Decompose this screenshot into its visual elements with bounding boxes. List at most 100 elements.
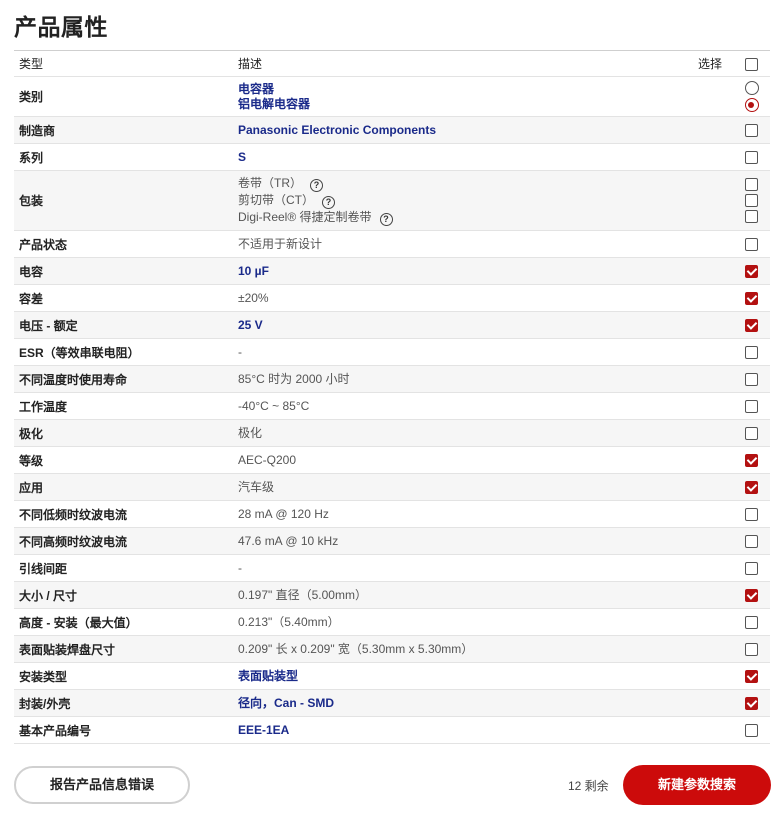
filter-checkbox[interactable] [745,481,758,495]
attribute-value: 不适用于新设计 [238,236,688,252]
attribute-type: 不同低频时纹波电流 [14,500,233,528]
attribute-value-cell: - [233,338,693,366]
filter-checkbox[interactable] [745,151,758,165]
attribute-value-text: 28 mA @ 120 Hz [238,507,329,521]
attribute-value-cell: 0.209" 长 x 0.209" 宽（5.30mm x 5.30mm） [233,635,693,663]
table-row: 容差 ±20% [14,284,770,312]
attribute-type: 引线间距 [14,554,233,582]
filter-checkbox[interactable] [745,292,758,306]
filter-checkbox[interactable] [745,616,758,630]
attribute-value: - [238,560,688,576]
filter-checkbox[interactable] [745,238,758,252]
filter-checkbox[interactable] [745,562,758,576]
attribute-value-link[interactable]: 径向，Can - SMD [238,696,688,711]
attribute-value-link[interactable]: 铝电解电容器 [238,97,688,112]
attribute-value-text: 85°C 时为 2000 小时 [238,372,350,386]
filter-checkbox[interactable] [745,670,758,684]
filter-checkbox[interactable] [745,210,758,223]
filter-radio[interactable] [744,98,759,112]
attribute-type: 安装类型 [14,662,233,690]
attribute-value-link[interactable]: Panasonic Electronic Components [238,123,688,138]
description-column-header: 描述 [233,50,693,77]
filter-radio[interactable] [744,81,759,95]
attribute-value-text: 极化 [238,426,263,440]
filter-checkbox[interactable] [745,194,758,207]
filter-checkbox[interactable] [745,346,758,360]
attribute-value-cell: 85°C 时为 2000 小时 [233,365,693,393]
attribute-value-text: 电容器 [238,81,275,96]
attribute-value: - [238,344,688,360]
attribute-value: Digi-Reel® 得捷定制卷带? [238,209,688,226]
table-row: 产品状态 不适用于新设计 [14,230,770,258]
attribute-value: 剪切带（CT）? [238,192,688,209]
page-title: 产品属性 [14,14,108,40]
table-row: ESR（等效串联电阻） - [14,338,770,366]
help-icon[interactable]: ? [379,213,393,226]
attribute-value-link[interactable]: S [238,150,688,165]
attribute-value-link[interactable]: 电容器 [238,82,688,97]
table-row: 制造商 Panasonic Electronic Components [14,116,770,144]
filter-checkbox[interactable] [745,724,758,738]
filter-checkbox[interactable] [745,427,758,441]
attribute-value-text: -40°C ~ 85°C [238,399,310,413]
table-row: 基本产品编号 EEE-1EA [14,716,770,744]
attribute-value-text: - [238,561,242,575]
attribute-type: ESR（等效串联电阻） [14,338,233,366]
attribute-value-cell: 不适用于新设计 [233,230,693,258]
help-icon[interactable]: ? [322,196,335,209]
attribute-type: 高度 - 安装（最大值） [14,608,233,636]
attribute-type: 封装/外壳 [14,689,233,717]
attribute-value: 卷带（TR）? [238,175,688,192]
attribute-value: 47.6 mA @ 10 kHz [238,533,688,549]
attribute-value-text: 0.213"（5.40mm） [238,615,340,629]
attribute-value-cell: 10 µF [233,257,693,285]
filter-checkbox[interactable] [745,178,758,191]
attribute-value-link[interactable]: 10 µF [238,264,688,279]
filter-checkbox[interactable] [745,265,758,279]
filter-checkbox[interactable] [745,508,758,522]
new-parametric-search-button[interactable]: 新建参数搜索 [623,765,771,805]
table-row: 等级 AEC-Q200 [14,446,770,474]
attribute-type: 不同高频时纹波电流 [14,527,233,555]
attribute-value-cell: -40°C ~ 85°C [233,392,693,420]
report-error-button[interactable]: 报告产品信息错误 [14,766,190,804]
attribute-type: 工作温度 [14,392,233,420]
filter-checkbox[interactable] [745,319,758,333]
attribute-value: 0.209" 长 x 0.209" 宽（5.30mm x 5.30mm） [238,641,688,657]
attribute-value-text: AEC-Q200 [238,453,297,467]
attribute-value-text: Panasonic Electronic Components [238,122,437,137]
filter-checkbox[interactable] [745,697,758,711]
filter-checkbox[interactable] [745,589,758,603]
table-row: 类别 电容器 铝电解电容器 [14,76,770,117]
attribute-value-cell: AEC-Q200 [233,446,693,474]
attribute-value-cell: 极化 [233,419,693,447]
attribute-value-text: 剪切带（CT） [238,193,314,207]
table-row: 封装/外壳 径向，Can - SMD [14,689,770,717]
attribute-value-cell: 0.197" 直径（5.00mm） [233,581,693,609]
select-all-checkbox[interactable] [745,57,758,71]
attribute-type: 极化 [14,419,233,447]
filter-checkbox[interactable] [745,643,758,657]
attribute-value: 极化 [238,425,688,441]
filter-checkbox[interactable] [745,535,758,549]
attribute-value-cell: 表面贴装型 [233,662,693,690]
attribute-value: 85°C 时为 2000 小时 [238,371,688,387]
attribute-value-link[interactable]: EEE-1EA [238,723,688,738]
filter-checkbox[interactable] [745,373,758,387]
table-row: 工作温度 -40°C ~ 85°C [14,392,770,420]
attribute-value-cell: 汽车级 [233,473,693,501]
table-row: 安装类型 表面贴装型 [14,662,770,690]
filter-checkbox[interactable] [745,124,758,138]
help-icon[interactable]: ? [310,179,323,192]
table-row: 应用 汽车级 [14,473,770,501]
attribute-type: 基本产品编号 [14,716,233,744]
filter-checkbox[interactable] [745,454,758,468]
attribute-value-link[interactable]: 表面贴装型 [238,669,688,684]
attribute-type: 产品状态 [14,230,233,258]
attribute-value-link[interactable]: 25 V [238,318,688,333]
table-header-row: 类型 描述 选择 [14,50,770,77]
attribute-value-cell: S [233,143,693,171]
filter-checkbox[interactable] [745,400,758,414]
attribute-type: 容差 [14,284,233,312]
attribute-value-text: 不适用于新设计 [238,237,323,251]
